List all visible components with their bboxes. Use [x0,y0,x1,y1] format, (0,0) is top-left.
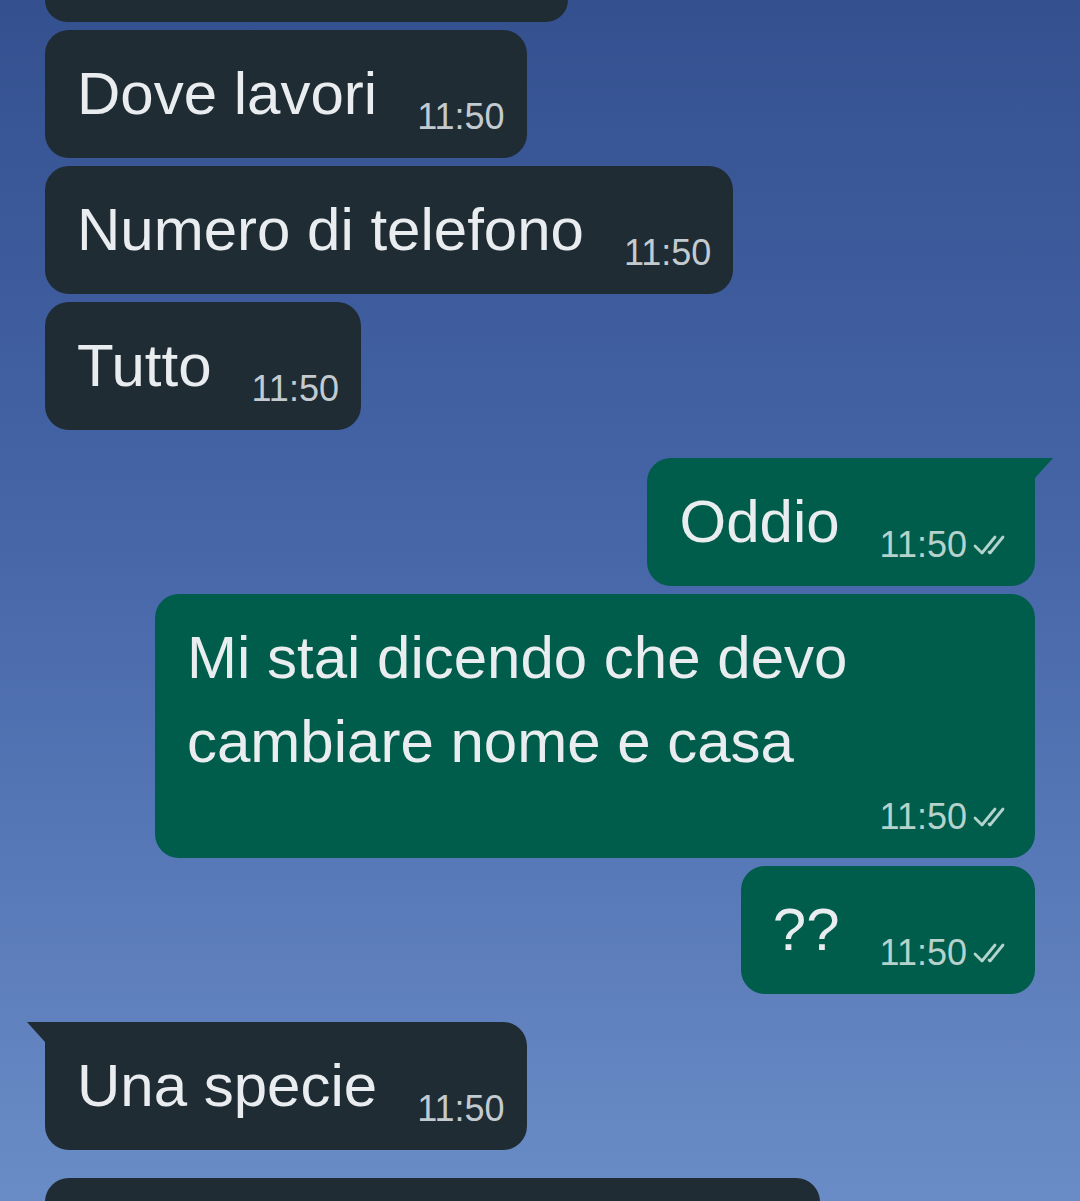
message-time: 11:50 [417,92,504,142]
message-meta: 11:50 [624,228,711,278]
message-bubble[interactable]: Numero di telefono 11:50 [45,166,733,294]
message-text: Una specie [77,1044,377,1128]
message-meta: 11:50 [417,1084,504,1134]
message-text: ?? [773,888,840,972]
message-meta: 11:50 [417,92,504,142]
message-meta: 11:50 [880,520,1013,570]
message-time: 11:50 [880,928,967,978]
message-row: Oddio 11:50 [0,458,1080,586]
message-bubble[interactable]: Dove lavori 11:50 [45,30,527,158]
message-time: 11:50 [880,520,967,570]
message-text: Mi stai dicendo che devo cambiare nome e… [187,616,1013,784]
message-meta: 11:50 [252,364,339,414]
message-time: 11:50 [880,792,967,842]
message-bubble[interactable]: Tutto 11:50 [45,302,361,430]
message-text: Dove lavori [77,52,377,136]
message-row: Tutto 11:50 [0,302,1080,430]
message-list: Dove lavori11:50Numero di telefono11:50T… [0,0,1080,1201]
message-bubble[interactable]: Mi stai dicendo che devo cambiare nome e… [155,594,1035,858]
chat-screen: Dove lavori11:50Numero di telefono11:50T… [0,0,1080,1201]
double-check-icon [973,941,1013,965]
message-bubble[interactable] [45,1178,820,1201]
message-row: ?? 11:50 [0,866,1080,994]
message-bubble[interactable] [45,0,568,22]
message-time: 11:50 [252,364,339,414]
message-meta: 11:50 [880,928,1013,978]
message-text: Numero di telefono [77,188,584,272]
message-meta: 11:50 [880,792,1013,842]
double-check-icon [973,805,1013,829]
message-bubble[interactable]: Una specie 11:50 [45,1022,527,1150]
message-row: Dove lavori 11:50 [0,30,1080,158]
message-row [0,1178,1080,1201]
message-time: 11:50 [624,228,711,278]
message-row: Mi stai dicendo che devo cambiare nome e… [0,594,1080,858]
double-check-icon [973,533,1013,557]
message-row [0,0,1080,22]
message-text: Tutto [77,324,212,408]
message-row: Una specie 11:50 [0,1022,1080,1150]
message-text: Oddio [679,480,839,564]
message-bubble[interactable]: ?? 11:50 [741,866,1035,994]
message-time: 11:50 [417,1084,504,1134]
message-bubble[interactable]: Oddio 11:50 [647,458,1035,586]
message-row: Numero di telefono 11:50 [0,166,1080,294]
